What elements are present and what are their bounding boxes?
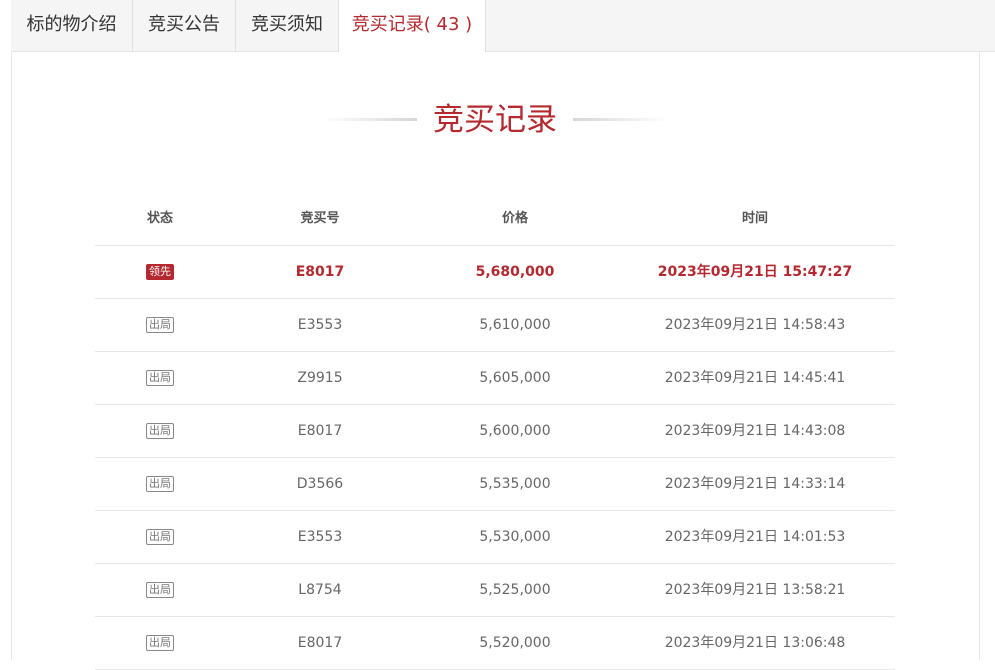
- status-badge-out: 出局: [146, 423, 174, 439]
- tab-notice[interactable]: 竞买须知: [236, 0, 339, 52]
- tab-announcement[interactable]: 竞买公告: [133, 0, 236, 52]
- table-row: 领先 E8017 5,680,000 2023年09月21日 15:47:27: [95, 246, 895, 299]
- time-cell: 2023年09月21日 13:06:48: [664, 635, 846, 651]
- table-header-row: 状态 竞买号 价格 时间: [95, 193, 895, 246]
- bid-records-table: 状态 竞买号 价格 时间 领先 E8017 5,680,000 2023年09月…: [95, 193, 895, 670]
- bid-number-cell: D3566: [296, 476, 344, 492]
- bid-number-cell: E8017: [297, 423, 343, 439]
- tab-label: 竞买公告: [148, 14, 220, 35]
- tab-label: 竞买须知: [251, 14, 323, 35]
- price-cell: 5,530,000: [479, 529, 551, 545]
- status-badge-leading: 领先: [146, 264, 174, 280]
- price-cell: 5,610,000: [479, 317, 551, 333]
- tab-bid-records[interactable]: 竞买记录( 43 ): [339, 0, 486, 53]
- table-row: 出局 E3553 5,610,000 2023年09月21日 14:58:43: [95, 299, 895, 352]
- time-cell: 2023年09月21日 15:47:27: [657, 264, 853, 280]
- tab-bar: 标的物介绍 竞买公告 竞买须知 竞买记录( 43 ): [11, 0, 995, 53]
- section-title: 竞买记录: [433, 102, 557, 138]
- tab-count-badge: ( 43 ): [423, 14, 473, 35]
- status-cell: 出局: [95, 564, 225, 616]
- price-cell: 5,535,000: [479, 476, 551, 492]
- header-time: 时间: [741, 211, 768, 226]
- heading-divider-right: [573, 118, 668, 121]
- status-cell: 出局: [95, 405, 225, 457]
- status-cell: 出局: [95, 617, 225, 669]
- tab-label: 标的物介绍: [26, 14, 117, 35]
- table-row: 出局 L8754 5,525,000 2023年09月21日 13:58:21: [95, 564, 895, 617]
- price-cell: 5,600,000: [479, 423, 551, 439]
- price-cell: 5,525,000: [479, 582, 551, 598]
- table-row: 出局 E8017 5,520,000 2023年09月21日 13:06:48: [95, 617, 895, 670]
- bid-number-cell: E8017: [295, 264, 345, 280]
- tab-item-intro[interactable]: 标的物介绍: [11, 0, 133, 52]
- header-bid-number: 竞买号: [300, 211, 340, 226]
- status-cell: 出局: [95, 511, 225, 563]
- price-cell: 5,605,000: [479, 370, 551, 386]
- bid-number-cell: E3553: [297, 317, 343, 333]
- table-row: 出局 E8017 5,600,000 2023年09月21日 14:43:08: [95, 405, 895, 458]
- bid-number-cell: E3553: [297, 529, 343, 545]
- status-badge-out: 出局: [146, 582, 174, 598]
- tab-label: 竞买记录: [351, 14, 424, 35]
- status-badge-out: 出局: [146, 635, 174, 651]
- status-cell: 出局: [95, 299, 225, 351]
- status-cell: 领先: [95, 246, 225, 298]
- bid-number-cell: E8017: [297, 635, 343, 651]
- price-cell: 5,680,000: [475, 264, 555, 280]
- status-badge-out: 出局: [146, 370, 174, 386]
- status-badge-out: 出局: [146, 529, 174, 545]
- time-cell: 2023年09月21日 14:01:53: [664, 529, 846, 545]
- table-row: 出局 Z9915 5,605,000 2023年09月21日 14:45:41: [95, 352, 895, 405]
- status-badge-out: 出局: [146, 476, 174, 492]
- section-heading: 竞买记录: [0, 98, 995, 142]
- status-badge-out: 出局: [146, 317, 174, 333]
- price-cell: 5,520,000: [479, 635, 551, 651]
- time-cell: 2023年09月21日 14:43:08: [664, 423, 846, 439]
- time-cell: 2023年09月21日 14:45:41: [664, 370, 846, 386]
- time-cell: 2023年09月21日 13:58:21: [664, 582, 846, 598]
- bid-number-cell: L8754: [298, 582, 342, 598]
- table-row: 出局 E3553 5,530,000 2023年09月21日 14:01:53: [95, 511, 895, 564]
- bid-number-cell: Z9915: [297, 370, 343, 386]
- status-cell: 出局: [95, 458, 225, 510]
- table-row: 出局 D3566 5,535,000 2023年09月21日 14:33:14: [95, 458, 895, 511]
- header-status: 状态: [146, 211, 173, 226]
- time-cell: 2023年09月21日 14:58:43: [664, 317, 846, 333]
- time-cell: 2023年09月21日 14:33:14: [664, 476, 846, 492]
- heading-divider-left: [322, 118, 417, 121]
- header-price: 价格: [501, 211, 528, 226]
- status-cell: 出局: [95, 352, 225, 404]
